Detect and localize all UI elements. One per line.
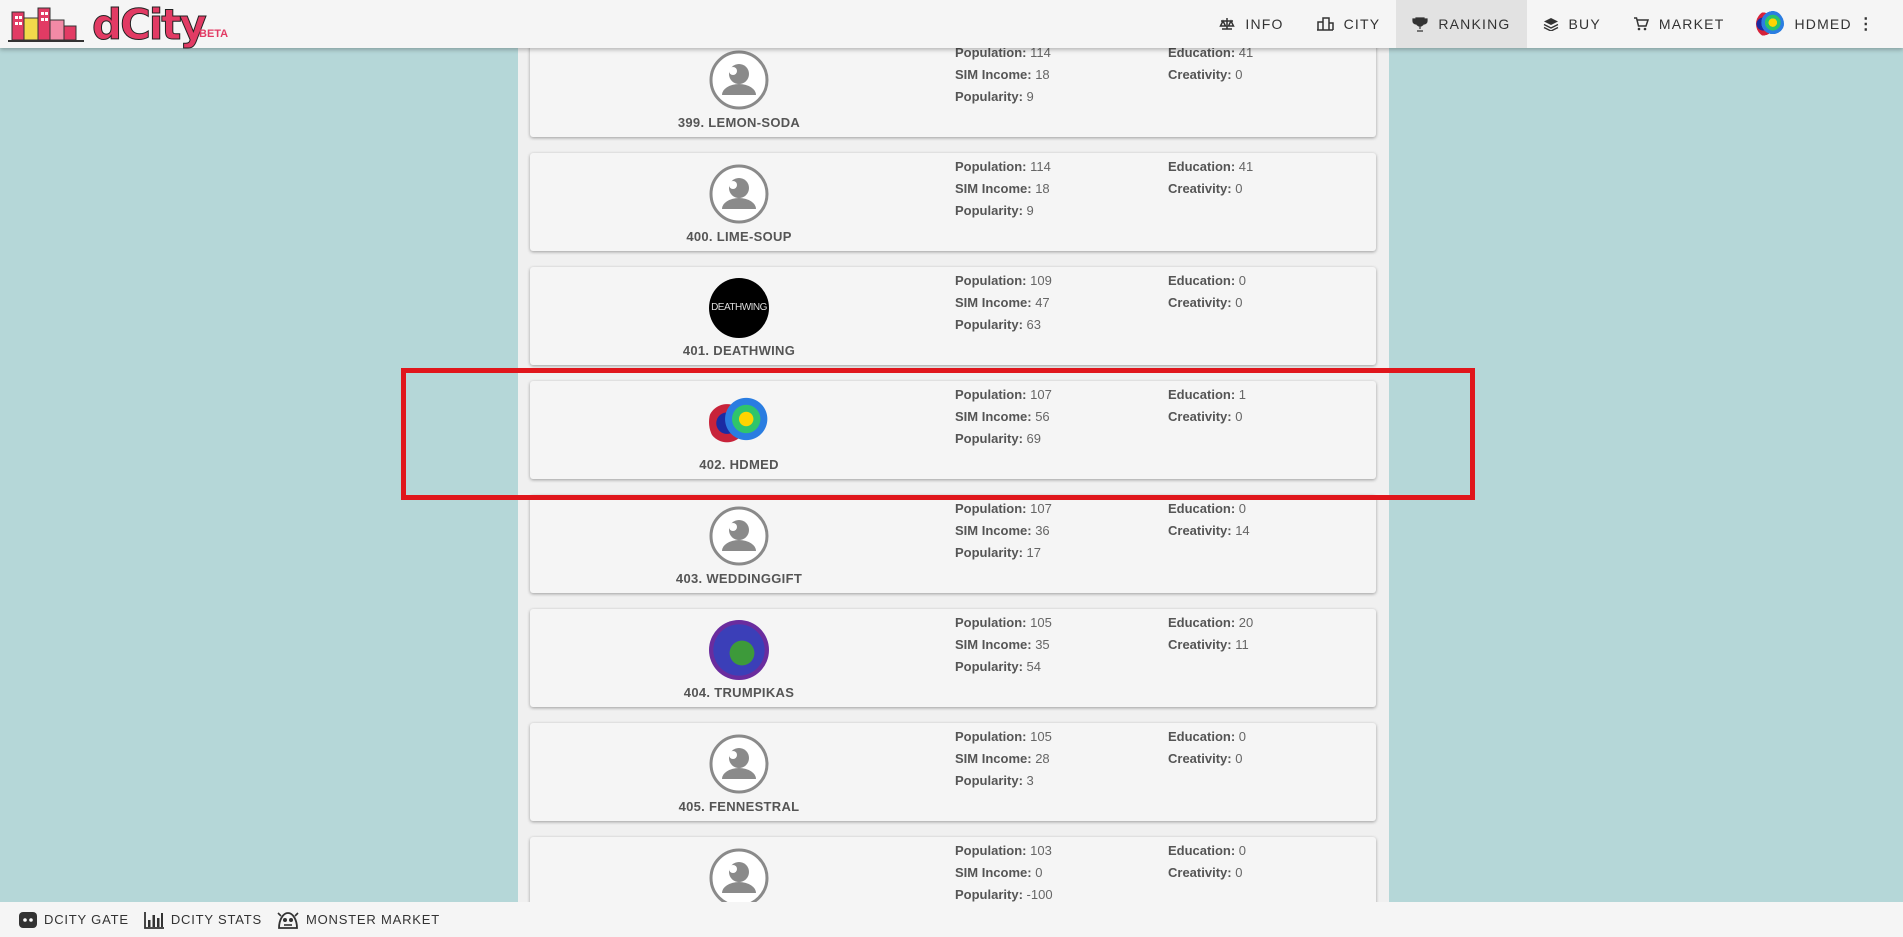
player-name[interactable]: 399. LEMON-SODA [530, 115, 948, 130]
nav-info-label: INFO [1245, 16, 1284, 32]
monster-market-link[interactable]: MONSTER MARKET [276, 910, 440, 930]
sim-income-stat: SIM Income: 18 [955, 181, 1050, 196]
ranking-card[interactable]: 403. WEDDINGGIFT Population: 107 SIM Inc… [530, 495, 1376, 593]
dcity-gate-link[interactable]: DCITY GATE [18, 911, 129, 929]
dcity-logo[interactable]: dCity BETA [6, 0, 229, 50]
population-stat: Population: 109 [955, 273, 1052, 288]
player-name[interactable]: 404. TRUMPIKAS [530, 685, 948, 700]
creativity-stat: Creativity: 0 [1168, 181, 1243, 196]
monster-market-label: MONSTER MARKET [305, 912, 440, 927]
bottom-bar: DCITY GATE DCITY STATS MONSTER MARKET [0, 902, 1903, 937]
dcity-stats-link[interactable]: DCITY STATS [143, 911, 262, 929]
beta-badge: BETA [199, 28, 229, 40]
ranking-list[interactable]: 399. LEMON-SODA Population: 114 SIM Inco… [518, 48, 1389, 902]
nav-buy[interactable]: BUY [1527, 0, 1617, 48]
ranking-card[interactable]: 399. LEMON-SODA Population: 114 SIM Inco… [530, 48, 1376, 137]
popularity-stat: Popularity: 9 [955, 89, 1034, 104]
education-stat: Education: 0 [1168, 843, 1247, 858]
sim-income-stat: SIM Income: 56 [955, 409, 1050, 424]
nav-city-label: CITY [1343, 16, 1381, 32]
creativity-stat: Creativity: 0 [1168, 295, 1243, 310]
creativity-stat: Creativity: 0 [1168, 67, 1243, 82]
education-stat: Education: 1 [1168, 387, 1247, 402]
population-stat: Population: 114 [955, 48, 1051, 60]
ranking-card[interactable]: 405. FENNESTRAL Population: 105 SIM Inco… [530, 723, 1376, 821]
frog-avatar [709, 620, 769, 680]
monster-icon [277, 911, 299, 929]
player-name[interactable]: 401. DEATHWING [530, 343, 948, 358]
main-nav: INFO CITY RANKING BUY MARKET HDMED ⋮ [1203, 0, 1903, 48]
education-stat: Education: 41 [1168, 48, 1254, 60]
ranking-card-highlighted[interactable]: 402. HDMED Population: 107 SIM Income: 5… [530, 381, 1376, 479]
population-stat: Population: 105 [955, 729, 1052, 744]
population-stat: Population: 105 [955, 615, 1052, 630]
nav-market[interactable]: MARKET [1617, 0, 1741, 48]
nav-info[interactable]: INFO [1203, 0, 1299, 48]
city-icon [1316, 17, 1334, 31]
nav-buy-label: BUY [1568, 16, 1601, 32]
education-stat: Education: 0 [1168, 273, 1247, 288]
bar-chart-icon [143, 911, 164, 929]
population-stat: Population: 107 [955, 501, 1052, 516]
more-vert-icon: ⋮ [1857, 16, 1875, 33]
ranking-card[interactable]: 404. TRUMPIKAS Population: 105 SIM Incom… [530, 609, 1376, 707]
nav-market-label: MARKET [1658, 16, 1725, 32]
default-avatar-icon [709, 506, 769, 566]
user-avatar [1756, 10, 1785, 38]
popularity-stat: Popularity: 69 [955, 431, 1041, 446]
sim-income-stat: SIM Income: 47 [955, 295, 1050, 310]
education-stat: Education: 0 [1168, 501, 1247, 516]
sim-income-stat: SIM Income: 36 [955, 523, 1050, 538]
scale-icon [1219, 18, 1236, 30]
ranking-card[interactable]: DEATHWING 401. DEATHWING Population: 109… [530, 267, 1376, 365]
sim-income-stat: SIM Income: 0 [955, 865, 1043, 880]
creativity-stat: Creativity: 0 [1168, 751, 1243, 766]
dcity-stats-label: DCITY STATS [170, 912, 262, 927]
education-stat: Education: 41 [1168, 159, 1254, 174]
education-stat: Education: 20 [1168, 615, 1254, 630]
user-menu[interactable]: HDMED ⋮ [1740, 0, 1903, 48]
sim-income-stat: SIM Income: 18 [955, 67, 1050, 82]
trophy-icon [1412, 16, 1428, 32]
popularity-stat: Popularity: 63 [955, 317, 1041, 332]
creativity-stat: Creativity: 11 [1168, 637, 1249, 652]
dcity-gate-label: DCITY GATE [44, 912, 129, 927]
nav-city[interactable]: CITY [1300, 0, 1397, 48]
nav-ranking-label: RANKING [1438, 16, 1511, 32]
sim-income-stat: SIM Income: 35 [955, 637, 1050, 652]
player-name[interactable]: 400. LIME-SOUP [530, 229, 948, 244]
deathwing-avatar: DEATHWING [709, 278, 769, 338]
population-stat: Population: 114 [955, 159, 1051, 174]
default-avatar-icon [709, 50, 769, 110]
sim-income-stat: SIM Income: 28 [955, 751, 1050, 766]
cart-icon [1633, 17, 1649, 31]
default-avatar-icon [709, 164, 769, 224]
discord-icon [19, 911, 37, 928]
default-avatar-icon [709, 734, 769, 794]
stack-icon [1543, 18, 1558, 31]
top-bar: dCity BETA INFO CITY RANKING BUY MARKET … [0, 0, 1903, 50]
user-name: HDMED [1794, 16, 1852, 32]
population-stat: Population: 103 [955, 843, 1052, 858]
hdmed-avatar [709, 392, 769, 452]
player-name[interactable]: 402. HDMED [530, 457, 948, 472]
brand-name: dCity [92, 0, 208, 50]
education-stat: Education: 0 [1168, 729, 1247, 744]
player-name[interactable]: 405. FENNESTRAL [530, 799, 948, 814]
popularity-stat: Popularity: 9 [955, 203, 1034, 218]
creativity-stat: Creativity: 0 [1168, 409, 1243, 424]
ranking-card[interactable]: Population: 103 SIM Income: 0 Popularity… [530, 837, 1376, 902]
popularity-stat: Popularity: 3 [955, 773, 1034, 788]
popularity-stat: Popularity: -100 [955, 887, 1053, 902]
ranking-card[interactable]: 400. LIME-SOUP Population: 114 SIM Incom… [530, 153, 1376, 251]
nav-ranking[interactable]: RANKING [1396, 0, 1527, 48]
popularity-stat: Popularity: 54 [955, 659, 1041, 674]
player-name[interactable]: 403. WEDDINGGIFT [530, 571, 948, 586]
popularity-stat: Popularity: 17 [955, 545, 1041, 560]
creativity-stat: Creativity: 0 [1168, 865, 1243, 880]
population-stat: Population: 107 [955, 387, 1052, 402]
city-buildings-icon [8, 7, 84, 42]
creativity-stat: Creativity: 14 [1168, 523, 1250, 538]
default-avatar-icon [709, 848, 769, 902]
